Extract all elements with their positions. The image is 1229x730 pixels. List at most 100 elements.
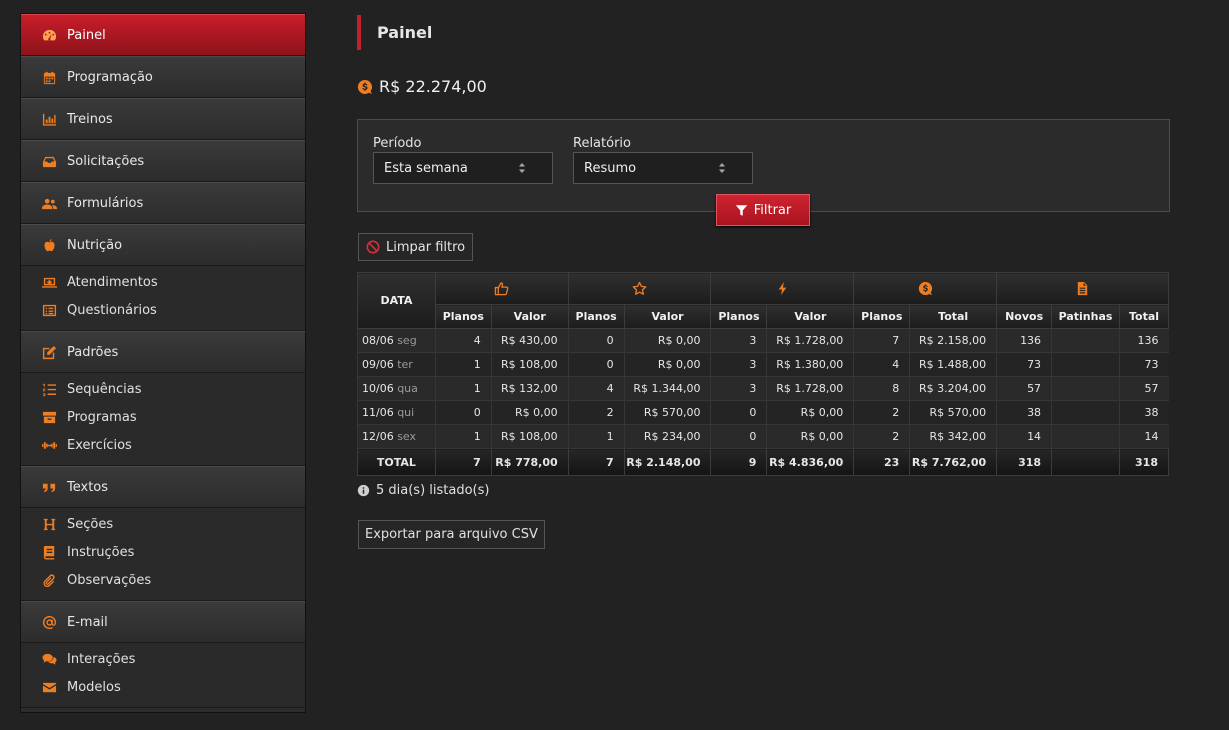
sidebar-item-label: Interações bbox=[67, 651, 136, 667]
nav-icon-wrap bbox=[41, 302, 57, 318]
calendar-icon bbox=[42, 70, 57, 85]
sidebar-item-label: E-mail bbox=[67, 614, 108, 630]
filter-button[interactable]: Filtrar bbox=[716, 194, 810, 226]
heading-icon bbox=[42, 517, 57, 532]
sidebar-item-label: Painel bbox=[67, 27, 106, 43]
table-cell: 1 bbox=[434, 424, 492, 449]
listed-count-text: 5 dia(s) listado(s) bbox=[376, 483, 490, 498]
sidebar-item-painel[interactable]: Painel bbox=[21, 14, 305, 56]
sidebar-item-label: Exercícios bbox=[67, 437, 132, 453]
sidebar-item-secoes[interactable]: Seções bbox=[21, 510, 305, 538]
period-select[interactable]: Esta semana bbox=[373, 152, 553, 184]
table-cell: R$ 570,00 bbox=[623, 400, 711, 425]
sidebar-item-nutricao[interactable]: Nutrição bbox=[21, 224, 305, 266]
sidebar-item-modelos[interactable]: Modelos bbox=[21, 673, 305, 701]
table-cell: R$ 430,00 bbox=[490, 328, 569, 353]
table-cell: 3 bbox=[710, 328, 767, 353]
table-cell: 4 bbox=[853, 352, 910, 377]
table-cell: 14 bbox=[1119, 424, 1169, 449]
table-cell: R$ 0,00 bbox=[766, 424, 854, 449]
column-header: Valor bbox=[766, 304, 855, 329]
coin-icon bbox=[918, 281, 933, 296]
column-group-header bbox=[710, 272, 855, 305]
sidebar-item-solicitacoes[interactable]: Solicitações bbox=[21, 140, 305, 182]
export-csv-button[interactable]: Exportar para arquivo CSV bbox=[358, 520, 545, 549]
nav-icon-wrap bbox=[41, 69, 57, 85]
coin-icon bbox=[357, 79, 373, 95]
date-cell: 09/06 ter bbox=[357, 352, 436, 377]
table-cell: R$ 0,00 bbox=[623, 352, 711, 377]
sidebar-item-programacao[interactable]: Programação bbox=[21, 56, 305, 98]
sidebar-item-atendimentos[interactable]: Atendimentos bbox=[21, 268, 305, 296]
total-cell: 23 bbox=[853, 448, 911, 476]
sidebar-item-label: Programas bbox=[67, 409, 137, 425]
list-alt-icon bbox=[42, 303, 57, 318]
column-header: Novos bbox=[996, 304, 1053, 329]
total-cell: R$ 778,00 bbox=[490, 448, 569, 476]
table-cell: R$ 108,00 bbox=[490, 424, 569, 449]
date-value: 08/06 bbox=[362, 334, 394, 347]
column-header: Patinhas bbox=[1051, 304, 1120, 329]
total-cell: R$ 2.148,00 bbox=[623, 448, 712, 476]
table-cell bbox=[1051, 400, 1120, 425]
table-cell: 1 bbox=[434, 352, 492, 377]
quote-icon bbox=[42, 480, 57, 495]
nav-icon-wrap bbox=[41, 679, 57, 695]
table-cell: R$ 108,00 bbox=[490, 352, 569, 377]
list-ol-icon bbox=[42, 382, 57, 397]
column-header: Valor bbox=[623, 304, 712, 329]
sidebar-item-label: Instruções bbox=[67, 544, 135, 560]
table-cell: 2 bbox=[853, 424, 910, 449]
table-cell: R$ 234,00 bbox=[623, 424, 711, 449]
sidebar-item-questionarios[interactable]: Questionários bbox=[21, 296, 305, 324]
sidebar-item-instrucoes[interactable]: Instruções bbox=[21, 538, 305, 566]
sidebar-item-label: Programação bbox=[67, 69, 153, 85]
total-cell: 7 bbox=[434, 448, 492, 476]
sidebar-item-formularios[interactable]: Formulários bbox=[21, 182, 305, 224]
sidebar-item-e-mail[interactable]: E-mail bbox=[21, 601, 305, 643]
sidebar-item-sequencias[interactable]: Sequências bbox=[21, 375, 305, 403]
table-cell: R$ 570,00 bbox=[909, 400, 997, 425]
sidebar-subgroup: Interações Modelos bbox=[21, 643, 305, 708]
paperclip-icon bbox=[42, 573, 57, 588]
sidebar-item-label: Seções bbox=[67, 516, 114, 532]
table-cell: 0 bbox=[567, 352, 625, 377]
nav-icon-wrap bbox=[41, 544, 57, 560]
date-value: 10/06 bbox=[362, 382, 394, 395]
table-cell: 2 bbox=[853, 400, 910, 425]
sidebar-item-padroes[interactable]: Padrões bbox=[21, 331, 305, 373]
book-icon bbox=[42, 545, 57, 560]
report-select[interactable]: Resumo bbox=[573, 152, 753, 184]
date-value: 12/06 bbox=[362, 430, 394, 443]
dashboard-icon bbox=[42, 28, 57, 43]
table-cell bbox=[1051, 352, 1120, 377]
report-table: DATA Planos Valor Planos Valor Planos Valor Pl… bbox=[357, 272, 1169, 476]
clear-filter-button[interactable]: Limpar filtro bbox=[358, 233, 474, 261]
table-row: 10/06 qua 1 R$ 132,00 4 R$ 1.344,00 3 R$ 1.728… bbox=[357, 376, 1169, 401]
select-caret-icon bbox=[718, 162, 726, 174]
sidebar-item-label: Atendimentos bbox=[67, 274, 158, 290]
table-cell bbox=[1051, 424, 1120, 449]
sidebar-item-treinos[interactable]: Treinos bbox=[21, 98, 305, 140]
nav-icon-wrap bbox=[41, 27, 57, 43]
page-title: Painel bbox=[377, 23, 433, 42]
sidebar-item-exercicios[interactable]: Exercícios bbox=[21, 431, 305, 459]
table-cell bbox=[1051, 328, 1120, 353]
nav-icon-wrap bbox=[41, 437, 57, 453]
nav-icon-wrap bbox=[41, 111, 57, 127]
sidebar-item-interacoes[interactable]: Interações bbox=[21, 645, 305, 673]
table-row: 12/06 sex 1 R$ 108,00 1 R$ 234,00 0 R$ 0,00 2 R$… bbox=[357, 424, 1169, 449]
sidebar-item-textos[interactable]: Textos bbox=[21, 466, 305, 508]
table-cell: 73 bbox=[1119, 352, 1169, 377]
table-cell: R$ 132,00 bbox=[490, 376, 569, 401]
bar-chart-icon bbox=[42, 112, 57, 127]
sidebar-item-programas[interactable]: Programas bbox=[21, 403, 305, 431]
table-cell: 0 bbox=[567, 328, 625, 353]
date-value: 11/06 bbox=[362, 406, 394, 419]
table-cell: 3 bbox=[710, 376, 767, 401]
file-icon bbox=[1075, 281, 1090, 296]
table-cell: 57 bbox=[1119, 376, 1169, 401]
edit-icon bbox=[42, 345, 57, 360]
weekday-value: qui bbox=[397, 406, 415, 419]
sidebar-item-observacoes[interactable]: Observações bbox=[21, 566, 305, 594]
